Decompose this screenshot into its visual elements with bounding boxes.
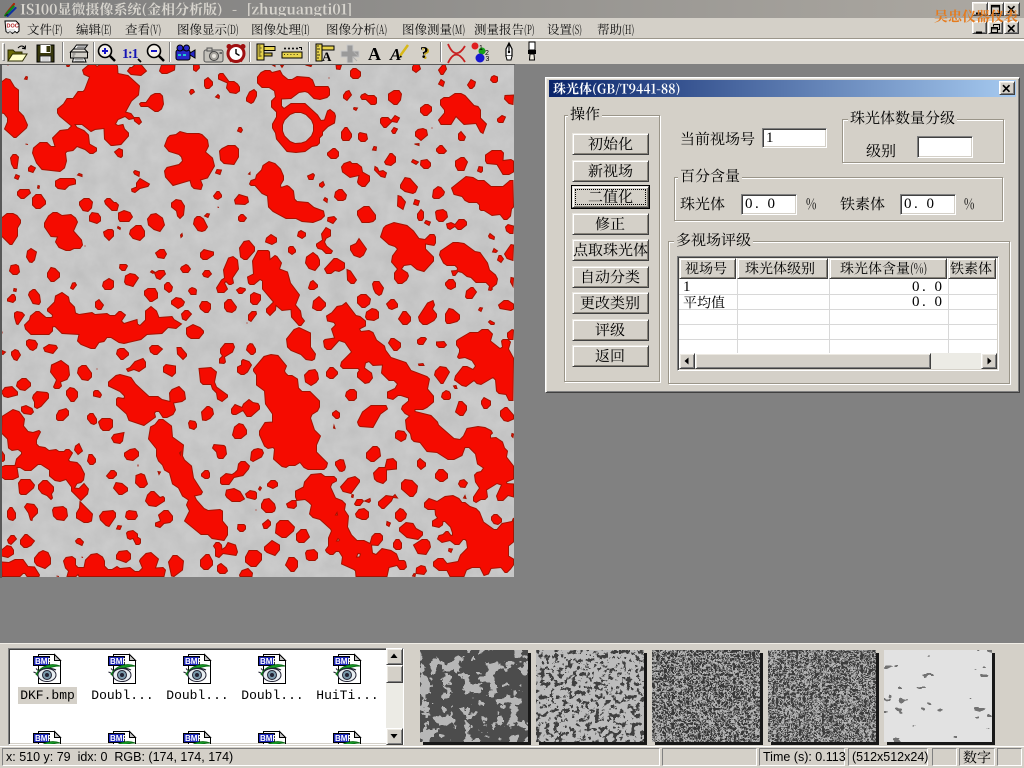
svg-text:A: A (389, 45, 401, 64)
svg-text:A: A (368, 44, 381, 64)
svg-text:3: 3 (486, 56, 490, 63)
svg-text:?: ? (420, 43, 429, 62)
svg-text:A: A (322, 49, 332, 64)
svg-text:DOC: DOC (7, 24, 19, 30)
svg-text:1:1: 1:1 (122, 47, 139, 62)
svg-text:1: 1 (479, 45, 483, 52)
